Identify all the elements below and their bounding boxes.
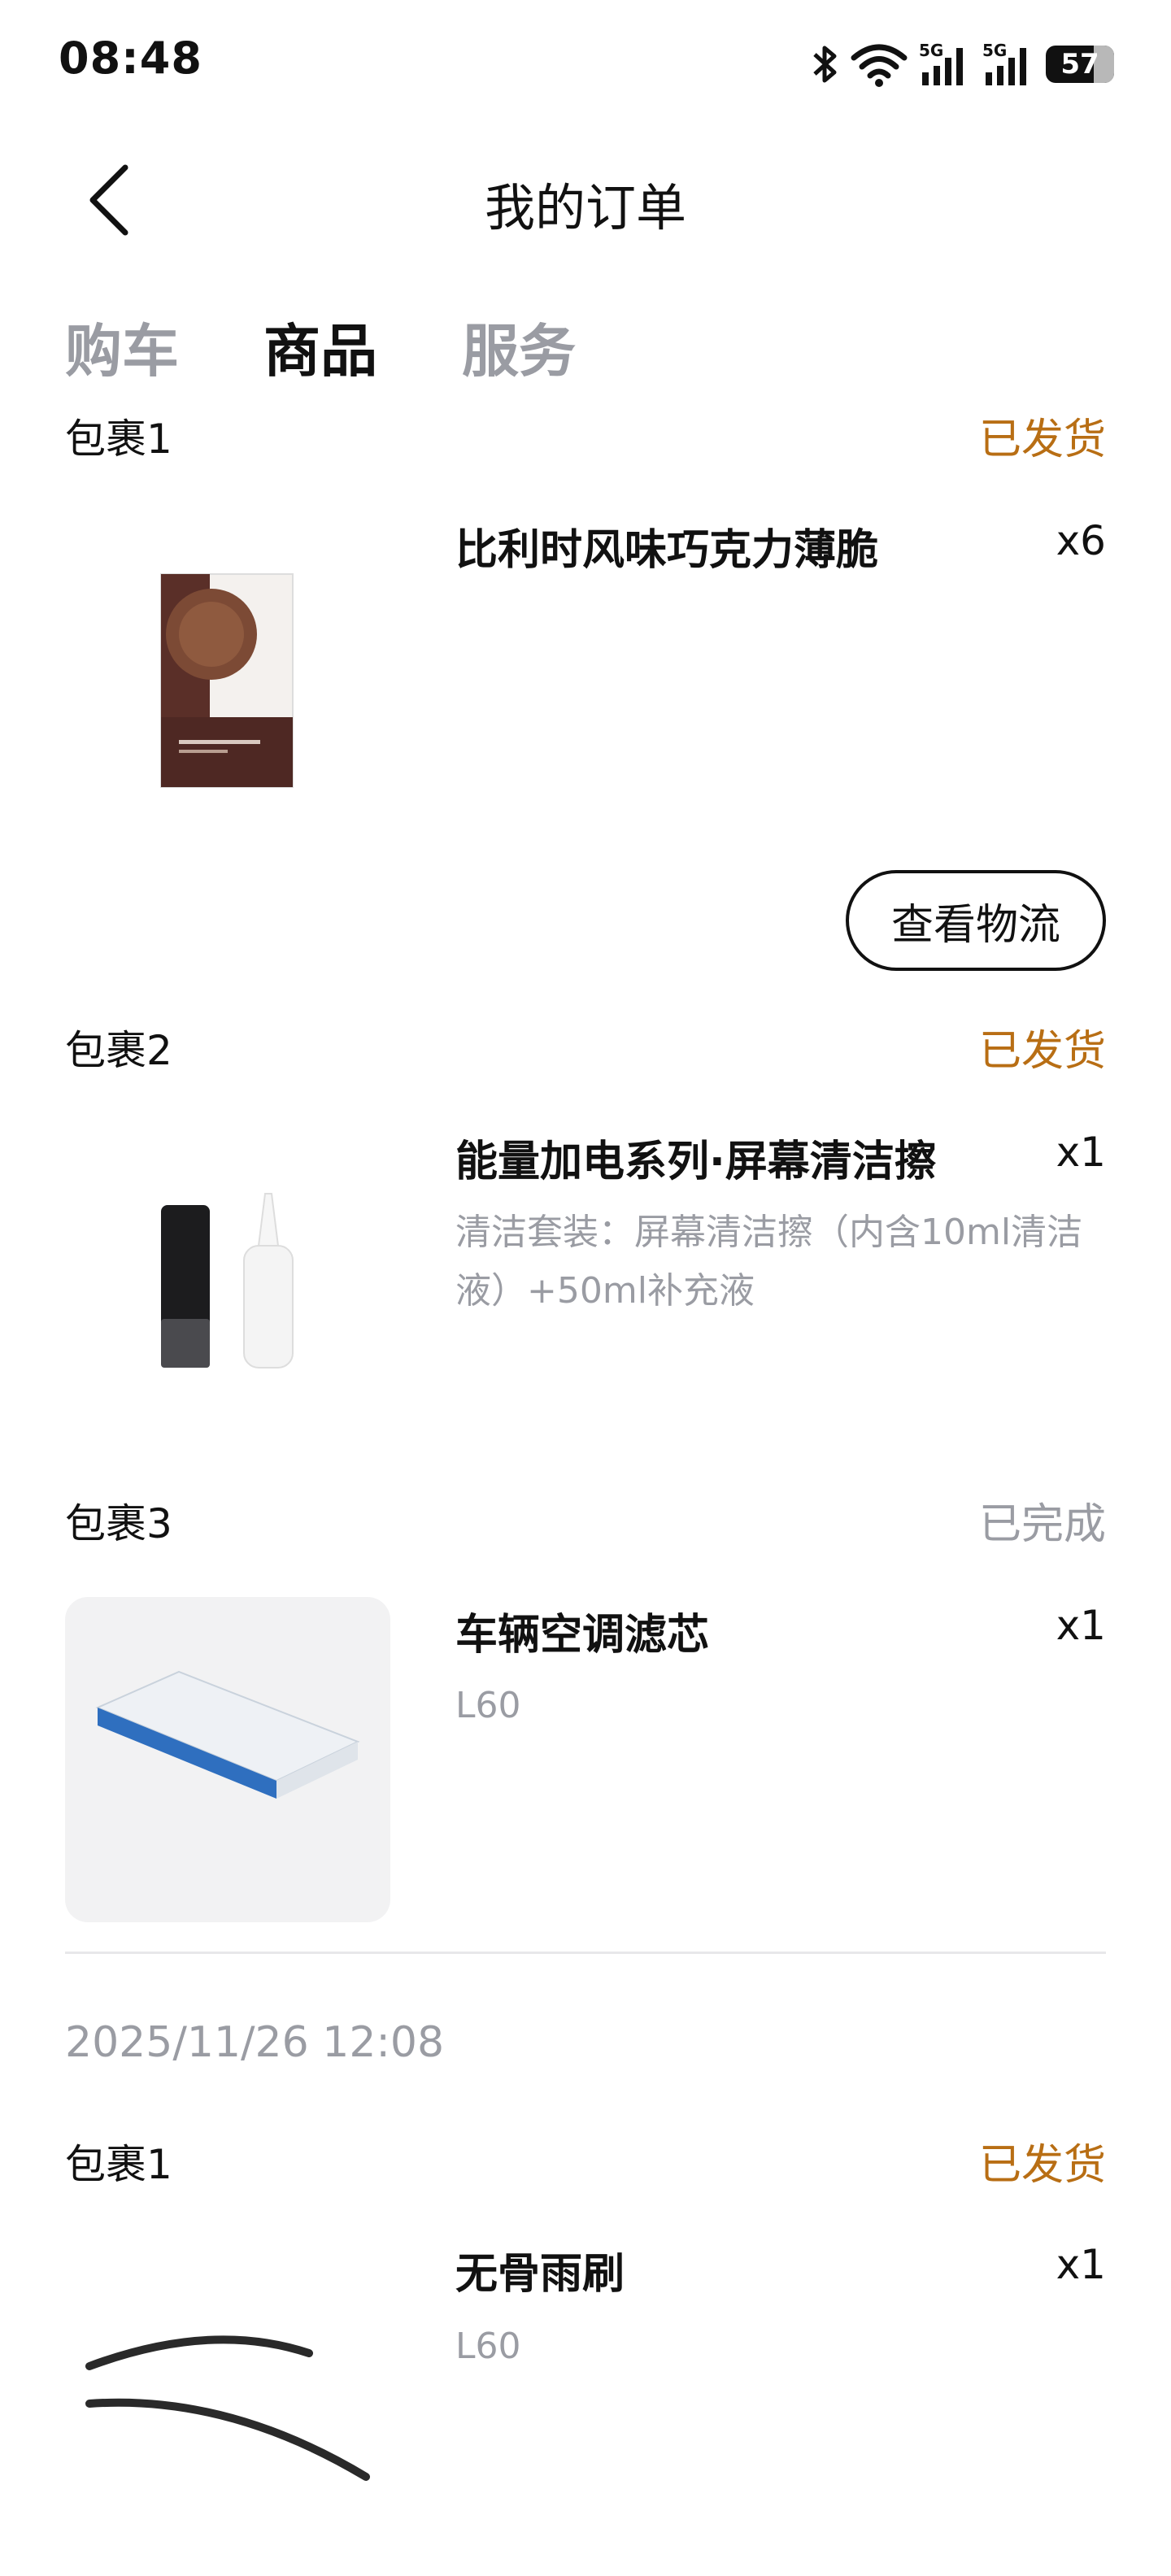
product-name[interactable]: 比利时风味巧克力薄脆 — [455, 516, 878, 577]
product-spec: L60 — [455, 1685, 521, 1726]
wifi-icon — [851, 44, 908, 87]
product-image-screen-cleaner[interactable] — [65, 1116, 390, 1441]
status-time: 08:48 — [59, 33, 202, 84]
battery-icon: 57 — [1046, 46, 1114, 83]
package-status: 已完成 — [978, 1500, 1106, 1549]
order-type-tabs: 购车 商品 服务 — [65, 306, 576, 388]
page-title: 我的订单 — [484, 178, 686, 237]
tab-service[interactable]: 服务 — [462, 306, 576, 388]
product-quantity: x1 — [1056, 1129, 1106, 1176]
product-image-ac-filter[interactable] — [65, 1597, 390, 1922]
package-label: 包裹3 — [65, 1500, 172, 1547]
status-icons: 5G 5G 57 — [810, 36, 1114, 93]
network-label-1: 5G — [919, 41, 943, 60]
package-label: 包裹2 — [65, 1027, 172, 1074]
network-label-2: 5G — [982, 41, 1007, 60]
product-quantity: x6 — [1056, 517, 1106, 564]
tab-goods[interactable]: 商品 — [263, 306, 377, 388]
battery-level: 57 — [1060, 48, 1099, 80]
product-image-chocolate[interactable] — [65, 504, 390, 829]
product-name[interactable]: 车辆空调滤芯 — [455, 1600, 709, 1661]
package-label: 包裹1 — [65, 416, 172, 463]
package-status: 已发货 — [978, 1027, 1106, 1076]
product-name[interactable]: 能量加电系列·屏幕清洁擦 — [455, 1127, 937, 1188]
product-quantity: x1 — [1056, 2241, 1106, 2288]
view-logistics-button[interactable]: 查看物流 — [846, 870, 1106, 971]
package-status: 已发货 — [978, 416, 1106, 464]
product-name[interactable]: 无骨雨刷 — [455, 2239, 625, 2300]
signal-icon-sim2: 5G — [982, 41, 1026, 85]
tab-car-purchase[interactable]: 购车 — [65, 306, 179, 388]
order-date: 2025/11/26 12:08 — [65, 2018, 445, 2067]
package-label: 包裹1 — [65, 2141, 172, 2188]
product-spec: 清洁套装：屏幕清洁擦（内含10ml清洁液）+50ml补充液 — [455, 1212, 1083, 1312]
product-spec: L60 — [455, 2326, 521, 2367]
product-image-wiper[interactable] — [65, 2231, 390, 2556]
package-status: 已发货 — [978, 2141, 1106, 2190]
bluetooth-icon — [813, 46, 837, 83]
signal-icon-sim1: 5G — [919, 41, 963, 85]
order-divider — [65, 1952, 1106, 1954]
product-quantity: x1 — [1056, 1602, 1106, 1649]
